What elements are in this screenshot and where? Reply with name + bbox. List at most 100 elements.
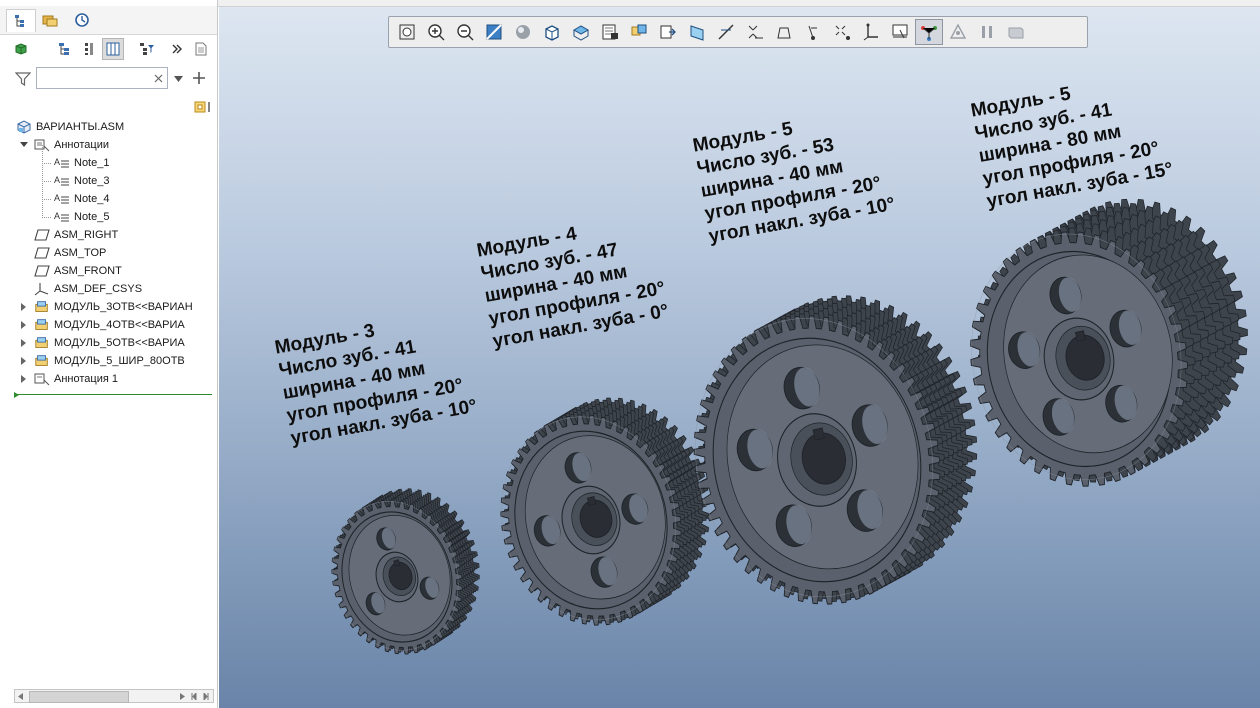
settings-bracket-icon[interactable] — [194, 100, 214, 114]
search-input[interactable] — [36, 67, 168, 89]
shaded-edges-icon — [1008, 27, 1024, 39]
view-toolbar-button[interactable] — [973, 19, 1001, 45]
gear-model[interactable] — [477, 379, 734, 645]
datum-plane-icon — [34, 246, 50, 260]
tree-node[interactable]: A Note_1 — [54, 154, 109, 172]
tree-node-label: Note_3 — [74, 175, 110, 187]
clear-search-icon[interactable] — [154, 74, 163, 83]
chevron-down-icon[interactable] — [174, 76, 183, 82]
scroll-end-icon[interactable] — [203, 693, 209, 700]
gear-keyway — [1075, 330, 1086, 342]
tree-node-label: МОДУЛЬ_3ОТВ<<ВАРИАН — [54, 301, 193, 313]
annotation-display-icon — [660, 25, 676, 39]
tree-node[interactable]: МОДУЛЬ_3ОТВ<<ВАРИАН — [34, 298, 193, 316]
expand-right-icon[interactable] — [20, 321, 28, 329]
view-toolbar-button[interactable] — [770, 19, 798, 45]
tree-node[interactable]: ВАРИАНТЫ.ASM — [16, 118, 124, 136]
scroll-left-icon[interactable] — [18, 693, 24, 700]
tree-node[interactable]: МОДУЛЬ_5_ШИР_80ОТВ — [34, 352, 185, 370]
assembly-icon — [16, 120, 32, 134]
gear-model[interactable] — [312, 473, 498, 669]
tree-node-label: Note_1 — [74, 157, 110, 169]
insert-here-line[interactable] — [14, 394, 212, 395]
tree-node[interactable]: ASM_FRONT — [34, 262, 122, 280]
expand-right-icon[interactable] — [20, 339, 28, 347]
scroll-start-icon[interactable] — [191, 693, 197, 700]
view-toolbar-button[interactable] — [393, 19, 421, 45]
scroll-right-icon[interactable] — [179, 693, 185, 700]
view-toolbar-button[interactable] — [451, 19, 479, 45]
view-toolbar-button[interactable] — [915, 19, 943, 45]
tree-node-label: МОДУЛЬ_5ОТВ<<ВАРИА — [54, 337, 185, 349]
tree-filters-button[interactable] — [102, 38, 124, 60]
view-toolbar-button[interactable] — [799, 19, 827, 45]
tab-model-tree[interactable] — [6, 9, 36, 32]
tree-node[interactable]: A Note_4 — [54, 190, 109, 208]
note-icon: A — [54, 174, 70, 188]
gear-model[interactable] — [665, 273, 1005, 627]
view-toolbar-button[interactable] — [509, 19, 537, 45]
gear-model[interactable] — [943, 179, 1260, 507]
tree-node-label: Аннотация 1 — [54, 373, 118, 385]
shaded-toggle-button[interactable] — [1002, 19, 1030, 45]
tree-filter-icon — [140, 43, 154, 55]
add-icon[interactable] — [193, 72, 205, 84]
expand-right-icon[interactable] — [20, 303, 28, 311]
more-button[interactable] — [166, 38, 188, 60]
model-tree-toolbar — [0, 36, 217, 62]
expand-down-icon[interactable] — [20, 141, 28, 149]
tree-node[interactable]: A Note_3 — [54, 172, 109, 190]
view-toolbar-button[interactable] — [654, 19, 682, 45]
document-icon — [195, 42, 207, 56]
sketch-icon — [892, 24, 908, 39]
tree-settings-button[interactable] — [54, 38, 76, 60]
expand-right-icon[interactable] — [20, 375, 28, 383]
tree-node[interactable]: МОДУЛЬ_4ОТВ<<ВАРИА — [34, 316, 185, 334]
point-display-icon — [777, 27, 791, 39]
show-button[interactable] — [10, 38, 32, 60]
column-display-icon — [106, 42, 120, 56]
csys-display-icon — [808, 25, 817, 40]
subassembly-icon — [34, 318, 50, 332]
tab-favorites[interactable] — [68, 9, 96, 31]
view-toolbar-button[interactable] — [886, 19, 914, 45]
view-toolbar-button[interactable] — [683, 19, 711, 45]
annotation-feature-icon — [34, 372, 50, 386]
view-toolbar-button[interactable] — [944, 19, 972, 45]
view-toolbar-button[interactable] — [480, 19, 508, 45]
svg-text:A: A — [54, 157, 60, 167]
tree-node[interactable]: ASM_RIGHT — [34, 226, 118, 244]
view-toolbar-button[interactable] — [857, 19, 885, 45]
tree-document-button[interactable] — [190, 38, 212, 60]
search-row — [0, 64, 217, 94]
view-toolbar-button[interactable] — [625, 19, 653, 45]
tree-node-label: Note_4 — [74, 193, 110, 205]
spin-center-icon — [835, 25, 850, 40]
scrollbar-thumb[interactable] — [29, 691, 129, 703]
history-icon — [75, 13, 89, 27]
tree-columns-button[interactable] — [78, 38, 100, 60]
tree-guide-line — [42, 145, 51, 164]
view-toolbar-button[interactable] — [741, 19, 769, 45]
next-icon — [982, 26, 992, 38]
view-toolbar-button[interactable] — [596, 19, 624, 45]
expand-right-icon[interactable] — [20, 357, 28, 365]
tree-node[interactable]: МОДУЛЬ_5ОТВ<<ВАРИА — [34, 334, 185, 352]
svg-text:A: A — [54, 211, 60, 221]
tree-node[interactable]: ASM_TOP — [34, 244, 106, 262]
tree-node-label: Note_5 — [74, 211, 110, 223]
filter-dropdown-button[interactable] — [136, 38, 158, 60]
view-toolbar-button[interactable] — [567, 19, 595, 45]
view-toolbar-button[interactable] — [422, 19, 450, 45]
tree-node[interactable]: Аннотация 1 — [34, 370, 118, 388]
saved-orientations-icon — [545, 25, 559, 41]
horizontal-scrollbar[interactable] — [14, 689, 214, 703]
graphics-window[interactable]: Модуль - 3 Число зуб. - 41 ширина - 40 мм у… — [219, 7, 1260, 708]
view-toolbar-button[interactable] — [828, 19, 856, 45]
tree-node[interactable]: ASM_DEF_CSYS — [34, 280, 142, 298]
perspective-icon — [602, 24, 618, 40]
view-toolbar-button[interactable] — [538, 19, 566, 45]
tree-node[interactable]: A Note_5 — [54, 208, 109, 226]
view-toolbar-button[interactable] — [712, 19, 740, 45]
tab-folder-browser[interactable] — [36, 9, 64, 31]
